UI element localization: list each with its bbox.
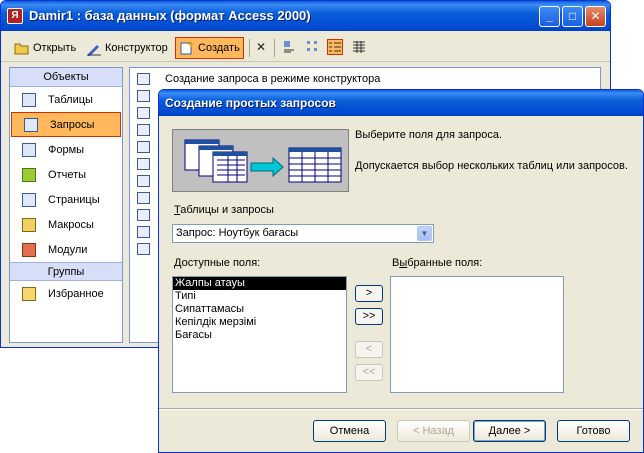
object-label: Формы <box>48 143 85 156</box>
selected-label-text: бранные поля: <box>407 257 483 269</box>
query-icon <box>137 208 150 221</box>
wizard-illustration <box>172 129 349 192</box>
object-forms[interactable]: Формы <box>10 137 122 162</box>
object-label: Запросы <box>50 118 95 131</box>
list-item[interactable]: Создание запроса в режиме конструктора <box>130 70 600 87</box>
query-icon <box>137 225 150 238</box>
access-app-icon: Я <box>7 8 23 24</box>
object-label: Макросы <box>48 218 94 231</box>
query-design-icon <box>137 72 150 85</box>
remove-all-fields-button[interactable]: << <box>355 364 383 381</box>
finish-button[interactable]: Готово <box>557 420 630 442</box>
field-item[interactable]: Жалпы атауы <box>173 277 346 290</box>
toolbar-separator <box>249 39 250 57</box>
list-item-label: Создание запроса в режиме конструктора <box>165 72 381 85</box>
large-icons-icon[interactable] <box>281 39 297 55</box>
available-label-text: оступные поля: <box>181 257 261 269</box>
add-field-button[interactable]: > <box>355 285 383 302</box>
object-modules[interactable]: Модули <box>10 237 122 262</box>
query-wizard-icon <box>137 89 150 102</box>
available-label-accelerator: Д <box>174 257 182 269</box>
create-label: Создать <box>198 42 240 54</box>
object-label: Отчеты <box>48 168 87 181</box>
open-button[interactable]: Открыть <box>11 37 79 59</box>
query-icon <box>137 157 150 170</box>
object-label: Страницы <box>48 193 100 206</box>
object-tables[interactable]: Таблицы <box>10 87 122 112</box>
table-icon <box>22 92 36 107</box>
add-all-fields-button[interactable]: >> <box>355 308 383 325</box>
field-item[interactable]: Типі <box>173 290 346 303</box>
tables-label-text: аблицы и запросы <box>180 204 274 216</box>
open-label: Открыть <box>33 42 77 54</box>
minimize-button[interactable]: _ <box>539 6 560 27</box>
object-macros[interactable]: Макросы <box>10 212 122 237</box>
favorites-icon <box>22 286 36 301</box>
objects-header[interactable]: Объекты <box>10 68 122 87</box>
page-icon <box>22 192 36 207</box>
field-item[interactable]: Кепілдік мерзімі <box>173 316 346 329</box>
query-icon <box>137 191 150 204</box>
selected-fields-listbox[interactable] <box>390 276 564 393</box>
report-icon <box>22 167 36 182</box>
toolbar-separator <box>274 39 275 57</box>
db-toolbar: Открыть Конструктор Создать ✕ <box>1 31 610 62</box>
list-view-icon[interactable] <box>327 39 343 55</box>
open-icon <box>14 40 30 56</box>
back-button[interactable]: < Назад <box>397 420 470 442</box>
create-icon <box>179 40 195 56</box>
group-favorites[interactable]: Избранное <box>10 281 122 306</box>
details-view-icon[interactable] <box>351 39 367 55</box>
query-icon <box>137 140 150 153</box>
available-fields-label: Доступные поля: <box>174 257 260 269</box>
query-icon <box>137 242 150 255</box>
object-reports[interactable]: Отчеты <box>10 162 122 187</box>
object-label: Таблицы <box>48 93 93 106</box>
object-queries[interactable]: Запросы <box>11 112 121 137</box>
db-titlebar[interactable]: Я Damir1 : база данных (формат Access 20… <box>1 1 610 31</box>
query-icon <box>137 174 150 187</box>
maximize-button[interactable]: □ <box>562 6 583 27</box>
object-pages[interactable]: Страницы <box>10 187 122 212</box>
tables-queries-label: Таблицы и запросы <box>174 204 274 216</box>
dialog-title: Создание простых запросов <box>165 96 336 110</box>
selected-fields-label: Выбранные поля: <box>392 257 482 269</box>
tables-queries-combobox[interactable]: Запрос: Ноутбук бағасы ▼ <box>172 224 434 243</box>
next-button[interactable]: Далее > <box>473 420 546 442</box>
groups-header[interactable]: Группы <box>10 262 122 281</box>
group-label: Избранное <box>48 287 104 300</box>
close-button[interactable]: ✕ <box>585 6 606 27</box>
delete-icon[interactable]: ✕ <box>253 39 269 55</box>
db-window-title: Damir1 : база данных (формат Access 2000… <box>29 8 311 23</box>
field-item[interactable]: Бағасы <box>173 329 346 342</box>
cancel-button[interactable]: Отмена <box>313 420 386 442</box>
design-button[interactable]: Конструктор <box>83 37 171 59</box>
remove-field-button[interactable]: < <box>355 341 383 358</box>
intro-text-1: Выберите поля для запроса. <box>355 129 503 141</box>
create-button[interactable]: Создать <box>175 37 244 59</box>
query-icon <box>137 123 150 136</box>
macro-icon <box>22 217 36 232</box>
objects-pane: Объекты Таблицы Запросы Формы Отчеты Стр… <box>9 67 123 343</box>
dialog-titlebar[interactable]: Создание простых запросов <box>159 90 643 116</box>
design-icon <box>86 40 102 56</box>
design-label: Конструктор <box>105 42 168 54</box>
object-label: Модули <box>48 243 88 256</box>
available-fields-listbox[interactable]: Жалпы атауы Типі Сипаттамасы Кепілдік ме… <box>172 276 347 393</box>
chevron-down-icon[interactable]: ▼ <box>417 226 432 241</box>
intro-text-2: Допускается выбор нескольких таблиц или … <box>355 160 628 172</box>
small-icons-icon[interactable] <box>305 39 321 55</box>
query-icon <box>137 106 150 119</box>
query-icon <box>24 117 38 132</box>
combobox-value: Запрос: Ноутбук бағасы <box>176 227 299 239</box>
form-icon <box>22 142 36 157</box>
field-item[interactable]: Сипаттамасы <box>173 303 346 316</box>
simple-query-wizard-dialog: Создание простых запросов Выберите поля … <box>158 89 644 453</box>
dialog-separator <box>159 408 643 410</box>
module-icon <box>22 242 36 257</box>
